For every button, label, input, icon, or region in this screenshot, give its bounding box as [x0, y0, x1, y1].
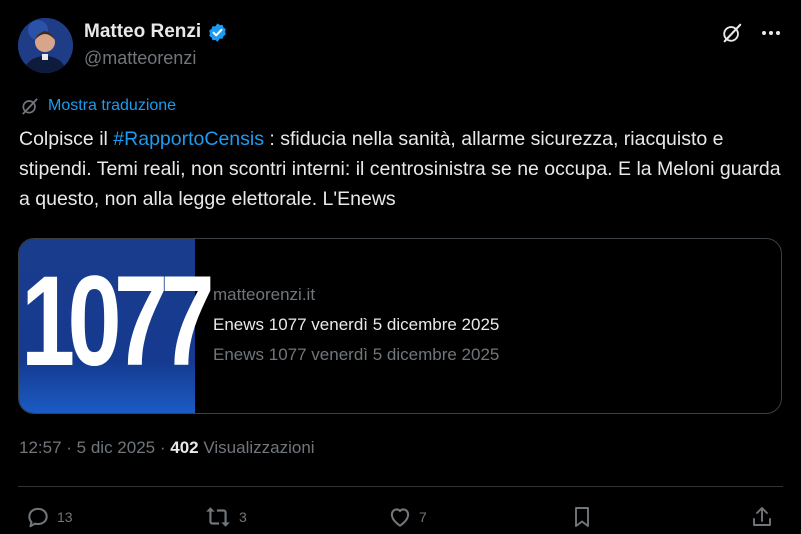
link-preview-title: Enews 1077 venerdì 5 dicembre 2025: [213, 315, 500, 334]
repost-icon: [203, 504, 233, 530]
action-bar: 13 3 7: [0, 500, 801, 534]
views-label: Visualizzazioni: [203, 438, 315, 457]
translate-icon: [20, 96, 40, 116]
share-icon: [750, 504, 774, 530]
link-preview-image-text: 1077: [21, 250, 215, 393]
like-button[interactable]: 7: [387, 504, 427, 530]
reply-button[interactable]: 13: [25, 504, 73, 530]
post-date[interactable]: 5 dic 2025: [77, 438, 155, 457]
divider: [18, 486, 783, 487]
meta-separator: ·: [66, 438, 77, 457]
reply-icon: [25, 504, 51, 530]
repost-count: 3: [239, 509, 247, 525]
link-preview-card[interactable]: 1077 matteorenzi.it Enews 1077 venerdì 5…: [18, 238, 782, 414]
post-text-part1: Colpisce il: [19, 128, 114, 150]
link-preview-image[interactable]: 1077: [19, 239, 215, 413]
heart-icon: [387, 504, 413, 530]
verified-badge-icon: [207, 22, 228, 43]
show-translation-link[interactable]: Mostra traduzione: [20, 96, 176, 116]
like-count: 7: [419, 509, 427, 525]
author-name[interactable]: Matteo Renzi: [84, 21, 201, 43]
views-count: 402: [170, 438, 199, 457]
grok-icon[interactable]: [721, 22, 743, 44]
author-handle[interactable]: @matteorenzi: [84, 48, 196, 69]
link-preview-info[interactable]: matteorenzi.it Enews 1077 venerdì 5 dice…: [195, 239, 499, 413]
author-name-row[interactable]: Matteo Renzi: [84, 21, 228, 43]
post-text: Colpisce il #RapportoCensis : sfiducia n…: [19, 124, 794, 214]
bookmark-icon: [570, 504, 594, 530]
more-options-icon[interactable]: [761, 30, 781, 36]
avatar-image: [18, 18, 73, 73]
header-actions: [721, 22, 781, 44]
post-meta: 12:57 · 5 dic 2025 · 402 Visualizzazioni: [19, 438, 315, 458]
bookmark-button[interactable]: [570, 504, 594, 530]
reply-count: 13: [57, 509, 73, 525]
avatar[interactable]: [18, 18, 73, 73]
show-translation-label[interactable]: Mostra traduzione: [48, 97, 176, 115]
share-button[interactable]: [750, 504, 774, 530]
post-time[interactable]: 12:57: [19, 438, 62, 457]
hashtag-link[interactable]: #RapportoCensis: [113, 128, 264, 150]
link-preview-domain: matteorenzi.it: [213, 285, 316, 304]
link-preview-description: Enews 1077 venerdì 5 dicembre 2025: [213, 345, 500, 364]
repost-button[interactable]: 3: [203, 504, 247, 530]
meta-separator: ·: [159, 438, 171, 457]
